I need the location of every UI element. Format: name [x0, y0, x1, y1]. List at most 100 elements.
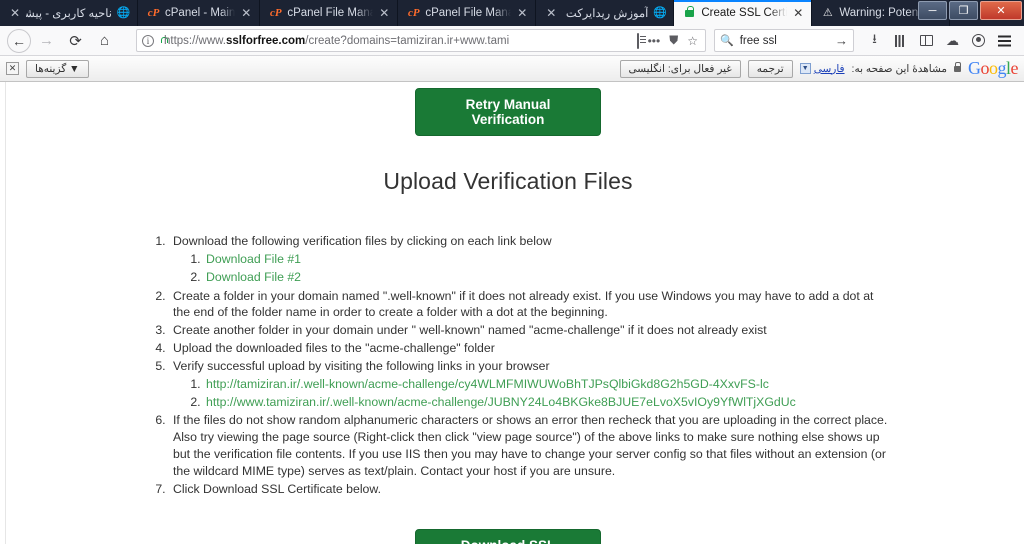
verification-url-1-link[interactable]: http://tamiziran.ir/.well-known/acme-cha…: [206, 377, 769, 391]
cpanel-icon: cP: [270, 6, 282, 19]
page-left-margin: [0, 82, 6, 544]
download-ssl-certificate-button[interactable]: Download SSL Certificate: [415, 528, 601, 544]
nav-toolbar-icons: ⭳ ☁: [862, 28, 1017, 53]
home-icon[interactable]: ⌂: [91, 28, 118, 53]
browser-tab-strip: 🌐 ناحیه کاربری - پیشگام وب ✕ cP cPanel -…: [0, 0, 1024, 26]
bookmark-star-icon[interactable]: ☆: [685, 34, 700, 48]
globe-icon: 🌐: [116, 6, 131, 19]
account-icon[interactable]: [966, 28, 991, 53]
back-icon[interactable]: ←: [7, 28, 31, 53]
site-info-icon[interactable]: i: [142, 34, 154, 47]
step-text: Create a folder in your domain named ".w…: [173, 288, 874, 320]
tab-close-icon[interactable]: ✕: [378, 7, 390, 19]
retry-button-wrapper: Retry Manual Verification: [6, 82, 1010, 136]
step-item-3: Create another folder in your domain und…: [169, 322, 1006, 339]
step-text: Download the following verification file…: [173, 234, 552, 248]
url-text: https://www.sslforfree.com/create?domain…: [164, 35, 630, 47]
pocket-icon[interactable]: ⛊: [667, 33, 680, 48]
search-icon: 🔍: [720, 35, 734, 47]
verification-steps-list: Download the following verification file…: [6, 233, 1006, 498]
page-title: Upload Verification Files: [383, 168, 633, 194]
verification-links-list: http://tamiziran.ir/.well-known/acme-cha…: [173, 376, 1006, 411]
chevron-down-icon: ▼: [69, 62, 80, 75]
window-close-button[interactable]: ✕: [980, 1, 1022, 20]
window-maximize-button[interactable]: ❐: [949, 1, 978, 20]
translate-language-selector[interactable]: فارسی ▼: [799, 63, 845, 75]
search-input[interactable]: free ssl: [740, 35, 829, 47]
library-icon[interactable]: [888, 28, 913, 53]
page-content: Retry Manual Verification Upload Verific…: [0, 82, 1024, 544]
step-item-6: If the files do not show random alphanum…: [169, 412, 1006, 479]
browser-tab-3[interactable]: cP cPanel File Manager ✕: [398, 0, 537, 26]
tab-label: cPanel - Main: [165, 7, 236, 19]
google-translate-bar: Google مشاهدهٔ این صفحه به: فارسی ▼ ترجم…: [0, 56, 1024, 82]
tab-close-icon[interactable]: ✕: [9, 7, 21, 19]
bottom-actions: Download SSL Certificate I Have My Own C…: [6, 528, 1010, 544]
url-domain: sslforfree.com: [226, 34, 306, 47]
step-item-5: Verify successful upload by visiting the…: [169, 358, 1006, 411]
translate-options-button[interactable]: ▼ گزینه‌ها: [26, 59, 89, 78]
step-item-1: Download the following verification file…: [169, 233, 1006, 286]
tab-label: آموزش ریدایرکت HTTP: [562, 8, 649, 20]
step-text: Create another folder in your domain und…: [173, 323, 767, 338]
translate-language-value[interactable]: فارسی: [814, 63, 845, 75]
step-item-2: Create a folder in your domain named ".w…: [169, 288, 1006, 322]
globe-icon: 🌐: [652, 6, 667, 19]
chevron-down-icon[interactable]: ▼: [799, 63, 811, 74]
downloads-icon[interactable]: ⭳: [862, 28, 887, 53]
retry-manual-verification-button[interactable]: Retry Manual Verification: [415, 88, 601, 136]
page-actions-icon[interactable]: •••: [646, 34, 663, 48]
window-minimize-button[interactable]: ─: [918, 1, 947, 20]
hamburger-menu-icon[interactable]: [992, 28, 1017, 53]
tab-label: cPanel File Manager: [425, 7, 512, 19]
reader-mode-icon[interactable]: [635, 32, 641, 49]
translate-view-label: مشاهدهٔ این صفحه به:: [851, 62, 947, 75]
step-text: If the files do not show random alphanum…: [173, 413, 888, 478]
list-item: Download File #1: [204, 251, 1006, 268]
translate-button[interactable]: ترجمه: [747, 59, 793, 78]
tab-label: ناحیه کاربری - پیشگام وب: [26, 8, 112, 20]
lock-icon: [953, 62, 962, 72]
step-item-4: Upload the downloaded files to the "acme…: [169, 340, 1006, 357]
download-links-list: Download File #1 Download File #2: [173, 251, 1006, 286]
tab-close-icon[interactable]: ✕: [792, 7, 804, 19]
step-text: Upload the downloaded files to the "acme…: [173, 341, 495, 356]
tab-close-icon[interactable]: ✕: [516, 7, 528, 19]
verification-url-2-link[interactable]: http://www.tamiziran.ir/.well-known/acme…: [206, 395, 796, 409]
list-item: http://www.tamiziran.ir/.well-known/acme…: [204, 394, 1006, 411]
step-text: Click Download SSL Certificate below.: [173, 481, 382, 496]
page-viewport: Retry Manual Verification Upload Verific…: [0, 82, 1024, 544]
list-item: Download File #2: [204, 269, 1006, 286]
tab-close-icon[interactable]: ✕: [240, 7, 252, 19]
url-prefix: https://www.: [164, 34, 226, 47]
browser-navigation-bar: ← → ⟳ ⌂ i https://www.sslforfree.com/cre…: [0, 26, 1024, 56]
cpanel-icon: cP: [147, 6, 160, 19]
forward-icon[interactable]: →: [33, 28, 60, 53]
translate-options-label: گزینه‌ها: [35, 62, 67, 75]
step-text: Verify successful upload by visiting the…: [173, 358, 550, 373]
search-bar[interactable]: 🔍 free ssl →: [714, 29, 854, 52]
reload-icon[interactable]: ⟳: [62, 28, 89, 53]
lock-icon: [683, 5, 696, 20]
tab-label: Create SSL Certificate: [701, 7, 788, 19]
tab-close-icon[interactable]: ✕: [545, 7, 557, 19]
browser-tab-5-active[interactable]: Create SSL Certificate ✕: [674, 0, 813, 26]
sync-icon[interactable]: ☁: [940, 28, 965, 53]
browser-tab-0[interactable]: 🌐 ناحیه کاربری - پیشگام وب ✕: [0, 0, 138, 26]
browser-tab-1[interactable]: cP cPanel - Main ✕: [138, 0, 261, 26]
sidebar-icon[interactable]: [914, 28, 939, 53]
address-bar[interactable]: i https://www.sslforfree.com/create?doma…: [136, 29, 706, 52]
search-go-icon[interactable]: →: [835, 33, 848, 48]
browser-tab-4[interactable]: 🌐 آموزش ریدایرکت HTTP ✕: [536, 0, 675, 26]
cpanel-icon: cP: [408, 6, 420, 19]
download-file-1-link[interactable]: Download File #1: [206, 252, 301, 266]
tab-label: Warning: Potential S: [839, 7, 925, 19]
never-translate-button[interactable]: غیر فعال برای: انگلیسی: [619, 59, 741, 78]
translate-close-icon[interactable]: ✕: [6, 62, 19, 75]
download-file-2-link[interactable]: Download File #2: [206, 270, 301, 284]
list-item: http://tamiziran.ir/.well-known/acme-cha…: [204, 376, 1006, 393]
warning-icon: ⚠: [822, 6, 833, 19]
url-suffix: /create?domains=tamiziran.ir+www.tami: [305, 34, 510, 47]
browser-tab-2[interactable]: cP cPanel File Manager ✕: [260, 0, 399, 26]
tab-label: cPanel File Manager: [287, 7, 374, 19]
